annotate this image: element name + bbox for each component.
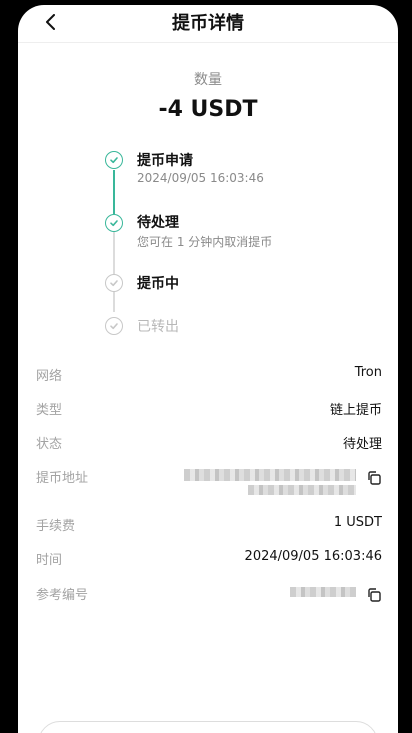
detail-row-time: 时间 2024/09/05 16:03:46 xyxy=(36,549,382,571)
step-subtitle: 2024/09/05 16:03:46 xyxy=(137,171,264,185)
detail-label: 状态 xyxy=(36,437,63,452)
step-title: 已转出 xyxy=(137,319,179,335)
withdraw-amount: -4 USDT xyxy=(158,97,258,122)
step-check-icon xyxy=(105,214,123,232)
detail-row-address: 提币地址 xyxy=(36,467,382,507)
detail-label: 网络 xyxy=(36,369,63,384)
quantity-label: 数量 xyxy=(194,72,222,88)
detail-label: 提币地址 xyxy=(36,471,89,486)
step-title: 提币中 xyxy=(137,276,179,292)
timeline-line-active xyxy=(113,170,115,214)
step-check-icon xyxy=(105,274,123,292)
detail-label: 手续费 xyxy=(36,519,76,534)
detail-row-reference: 参考编号 xyxy=(36,584,382,606)
step-check-icon xyxy=(105,317,123,335)
detail-row-network: 网络 Tron xyxy=(36,365,382,387)
detail-row-fee: 手续费 1 USDT xyxy=(36,515,382,537)
header: 提币详情 xyxy=(18,5,398,43)
step-subtitle: 您可在 1 分钟内取消提币 xyxy=(137,235,273,249)
step-check-icon xyxy=(105,151,123,169)
reference-value-redacted xyxy=(290,587,356,597)
detail-label: 类型 xyxy=(36,403,63,418)
detail-value: Tron xyxy=(354,365,382,380)
detail-label: 时间 xyxy=(36,553,63,568)
timeline-line-inactive xyxy=(113,230,115,312)
detail-value: 待处理 xyxy=(342,437,382,452)
step-title: 待处理 xyxy=(137,215,179,231)
detail-value: 链上提币 xyxy=(329,403,382,418)
detail-row-status: 状态 待处理 xyxy=(36,433,382,455)
address-value-redacted xyxy=(184,469,356,481)
detail-label: 参考编号 xyxy=(36,588,89,603)
copy-icon[interactable] xyxy=(366,587,382,603)
detail-row-type: 类型 链上提币 xyxy=(36,399,382,421)
copy-icon[interactable] xyxy=(366,470,382,486)
status-timeline: 提币申请 2024/09/05 16:03:46 待处理 您可在 1 分钟内取消… xyxy=(103,150,383,350)
detail-value: 2024/09/05 16:03:46 xyxy=(244,549,382,564)
detail-value: 1 USDT xyxy=(333,515,382,530)
detail-card: 提币详情 数量 -4 USDT 提币申请 2024/09/05 16:03:46… xyxy=(18,5,398,733)
page-title: 提币详情 xyxy=(172,13,244,34)
bottom-action-button[interactable] xyxy=(38,721,378,733)
step-title: 提币申请 xyxy=(137,153,193,169)
address-value-redacted xyxy=(248,485,356,495)
